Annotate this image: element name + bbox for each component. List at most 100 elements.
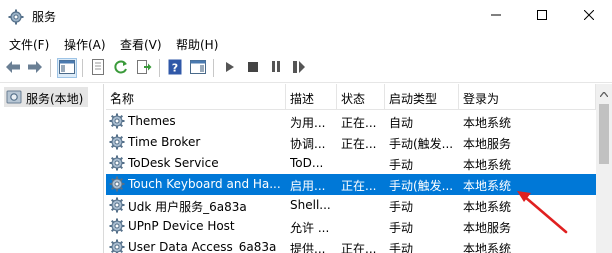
show-console-tree-button[interactable] [57, 58, 77, 78]
title-bar: 服务 [0, 0, 612, 31]
table-row[interactable]: Time Broker 协调... 正在... 手动(触发... 本地服务 [106, 132, 596, 153]
restart-service-icon [293, 60, 305, 76]
services-gear-icon [6, 89, 22, 108]
close-icon [583, 9, 595, 23]
properties-icon [91, 58, 105, 78]
cell-logon: 本地服务 [463, 137, 512, 151]
service-gear-icon [109, 218, 125, 237]
stop-service-icon [248, 61, 258, 75]
cell-startup: 手动(触发... [389, 137, 454, 151]
cell-logon: 本地系统 [463, 179, 512, 193]
svg-text:?: ? [172, 61, 178, 74]
menu-view[interactable]: 查看(V) [120, 36, 162, 53]
column-header-startup-type[interactable]: 启动类型 [385, 84, 459, 110]
table-row[interactable]: Udk 用户服务_6a83a Shell... 手动 本地系统 [106, 195, 596, 216]
cell-desc: 允许 ... [290, 221, 330, 235]
cell-startup: 手动 [389, 158, 414, 172]
scrollbar-thumb[interactable] [599, 104, 609, 164]
cell-startup: 手动(触发... [389, 179, 454, 193]
menu-file[interactable]: 文件(F) [9, 36, 49, 53]
cell-desc: ToD... [290, 156, 324, 170]
cell-startup: 手动 [389, 221, 414, 235]
tree-item-label: 服务(本地) [26, 92, 84, 106]
table-row[interactable]: ToDesk Service ToD... 手动 本地系统 [106, 153, 596, 174]
cell-name: User Data Access_6a83a [128, 240, 277, 253]
cell-startup: 手动 [389, 242, 414, 253]
service-gear-icon [109, 176, 125, 195]
cell-name: Time Broker [128, 135, 201, 149]
table-row[interactable]: Touch Keyboard and Ha... 启用... 正在... 手动(触发.… [106, 174, 596, 195]
chevron-up-icon [599, 86, 609, 100]
start-service-icon [225, 61, 235, 76]
menu-help[interactable]: 帮助(H) [176, 36, 218, 53]
cell-logon: 本地系统 [463, 158, 512, 172]
close-button[interactable] [566, 0, 612, 31]
cell-desc: 启用... [290, 179, 326, 193]
stop-service-button[interactable] [243, 58, 263, 78]
services-gear-icon [8, 9, 24, 25]
list-header: 名称 ^ 描述 状态 启动类型 登录为 [106, 84, 596, 110]
minimize-button[interactable] [473, 0, 519, 31]
cell-status: 正在... [341, 179, 377, 193]
minimize-icon [491, 9, 501, 23]
cell-desc: 协调... [290, 137, 326, 151]
column-header-log-on-as[interactable]: 登录为 [459, 84, 596, 110]
forward-arrow-icon [27, 60, 43, 77]
services-list: 名称 ^ 描述 状态 启动类型 登录为 Themes 为用... 正在... 自动 本地… [106, 84, 596, 253]
refresh-icon [113, 59, 129, 78]
console-tree: 服务(本地) [0, 84, 104, 253]
column-header-name[interactable]: 名称 ^ [106, 84, 286, 110]
properties-button[interactable] [88, 58, 108, 78]
help-button[interactable]: ? [165, 58, 185, 78]
show-action-pane-icon [190, 59, 206, 77]
sort-ascending-icon: ^ [110, 90, 121, 104]
table-row[interactable]: UPnP Device Host 允许 ... 手动 本地服务 [106, 216, 596, 237]
table-row[interactable]: User Data Access_6a83a 提供... 正在... 手动 本地系统 [106, 237, 596, 253]
toolbar: ? [0, 53, 612, 83]
maximize-button[interactable] [519, 0, 565, 31]
start-service-button[interactable] [220, 58, 240, 78]
show-action-pane-button[interactable] [188, 58, 208, 78]
window-title: 服务 [32, 10, 57, 24]
cell-logon: 本地系统 [463, 116, 512, 130]
export-list-button[interactable] [134, 58, 154, 78]
column-header-status[interactable]: 状态 [337, 84, 385, 110]
cell-name: UPnP Device Host [128, 219, 235, 233]
table-row[interactable]: Themes 为用... 正在... 自动 本地系统 [106, 111, 596, 132]
cell-desc: 提供... [290, 242, 326, 253]
cell-name: Udk 用户服务_6a83a [128, 200, 247, 214]
cell-desc: 为用... [290, 116, 326, 130]
back-button[interactable] [3, 58, 23, 78]
forward-button[interactable] [25, 58, 45, 78]
cell-name: Themes [128, 114, 176, 128]
cell-name: ToDesk Service [128, 156, 219, 170]
show-console-tree-icon [59, 59, 75, 77]
pause-service-icon [271, 61, 281, 75]
cell-status: 正在... [341, 242, 377, 253]
cell-logon: 本地服务 [463, 221, 512, 235]
scroll-up-button[interactable] [596, 84, 612, 101]
service-gear-icon [109, 113, 125, 132]
service-gear-icon [109, 239, 125, 253]
refresh-button[interactable] [111, 58, 131, 78]
service-gear-icon [109, 155, 125, 174]
toolbar-separator [213, 59, 214, 77]
cell-logon: 本地系统 [463, 242, 512, 253]
tree-item-services-local[interactable]: 服务(本地) [4, 87, 88, 107]
toolbar-separator [159, 59, 160, 77]
service-gear-icon [109, 197, 125, 216]
back-arrow-icon [5, 60, 21, 77]
pause-service-button[interactable] [266, 58, 286, 78]
vertical-scrollbar[interactable] [596, 84, 612, 253]
cell-logon: 本地系统 [463, 200, 512, 214]
cell-status: 正在... [341, 116, 377, 130]
column-header-description[interactable]: 描述 [286, 84, 337, 110]
restart-service-button[interactable] [289, 58, 309, 78]
maximize-icon [537, 9, 547, 23]
toolbar-separator [50, 59, 51, 77]
toolbar-separator [82, 59, 83, 77]
menu-bar: 文件(F) 操作(A) 查看(V) 帮助(H) [0, 31, 612, 53]
cell-startup: 手动 [389, 200, 414, 214]
menu-action[interactable]: 操作(A) [64, 36, 106, 53]
cell-startup: 自动 [389, 116, 414, 130]
